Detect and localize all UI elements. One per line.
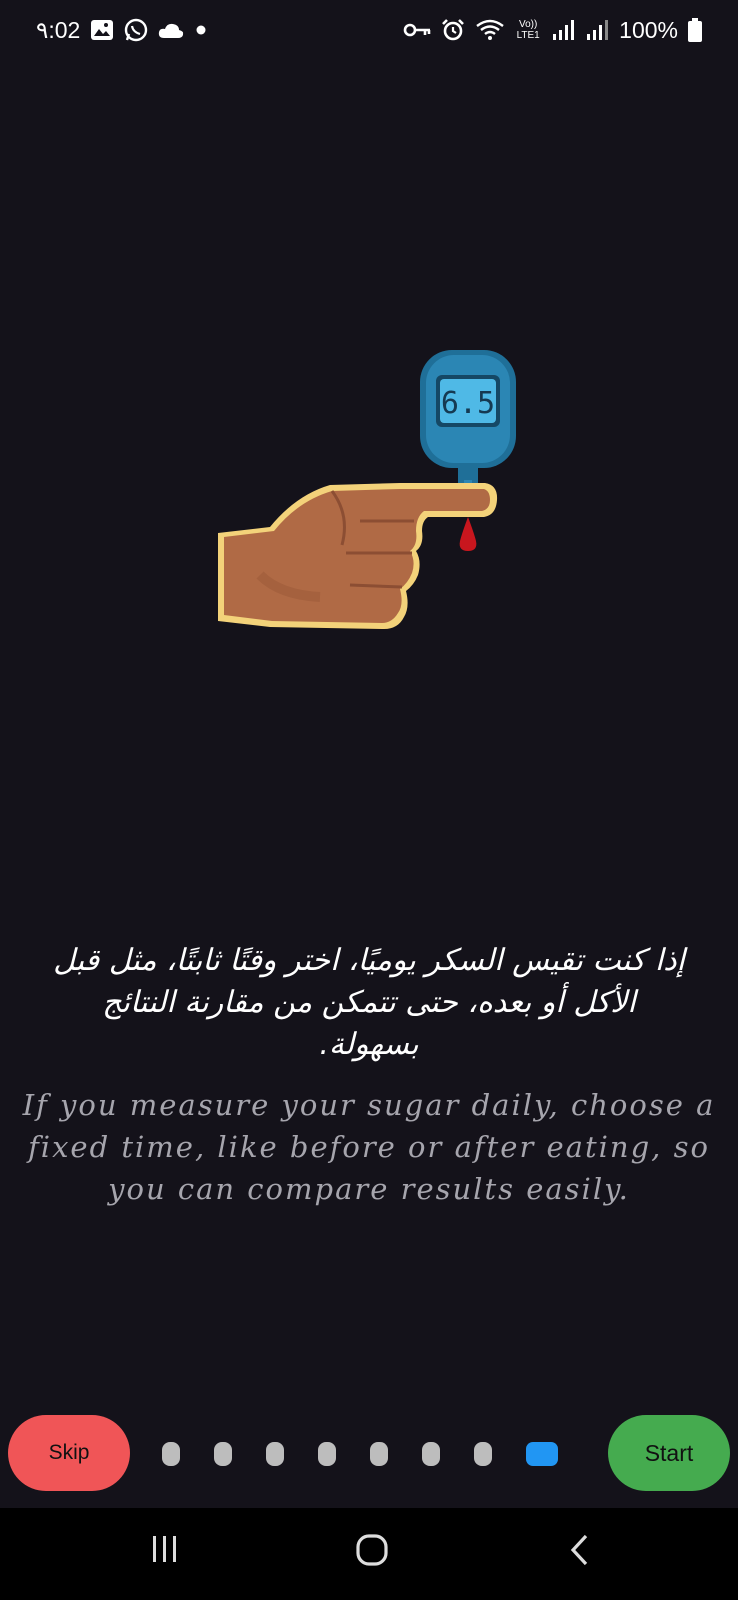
start-button[interactable]: Start [608,1415,730,1491]
navigation-bar [0,1508,738,1600]
onboarding-controls: Skip Start [0,1415,738,1493]
recent-apps-icon[interactable] [150,1534,180,1568]
home-icon[interactable] [356,1534,388,1570]
wifi-icon [475,19,505,41]
arabic-description: إذا كنت تقيس السكر يوميًا، اختر وقتًا ثا… [53,943,685,1062]
network-label: Vo)) LTE1 [516,19,540,41]
page-dot[interactable] [474,1442,492,1466]
status-left: ٩:02 [36,17,208,44]
battery-percent: 100% [619,16,678,43]
status-time: ٩:02 [36,16,81,43]
glucose-meter-illustration: 6.5 [200,345,540,655]
signal-icon [585,19,609,41]
page-dot[interactable] [162,1442,180,1466]
notification-dot-icon [194,23,208,37]
signal-icon [551,19,575,41]
status-bar: ٩:02 Vo)) LTE1 100% [0,0,738,60]
status-right: Vo)) LTE1 100% [403,17,702,44]
page-indicator [162,1441,558,1467]
whatsapp-icon [124,18,148,42]
page-dot[interactable] [318,1442,336,1466]
page-dot-active[interactable] [526,1442,558,1466]
cloud-icon [158,21,184,39]
battery-icon [688,18,702,42]
back-icon[interactable] [568,1534,592,1570]
page-dot[interactable] [422,1442,440,1466]
skip-button[interactable]: Skip [8,1415,130,1491]
page-dot[interactable] [214,1442,232,1466]
key-icon [403,22,431,38]
alarm-icon [441,18,465,42]
page-dot[interactable] [370,1442,388,1466]
page-dot[interactable] [266,1442,284,1466]
english-description: If you measure your sugar daily, choose … [22,1088,716,1206]
onboarding-text: إذا كنت تقيس السكر يوميًا، اختر وقتًا ثا… [10,940,728,1210]
meter-reading: 6.5 [441,386,495,421]
gallery-icon [90,19,114,41]
